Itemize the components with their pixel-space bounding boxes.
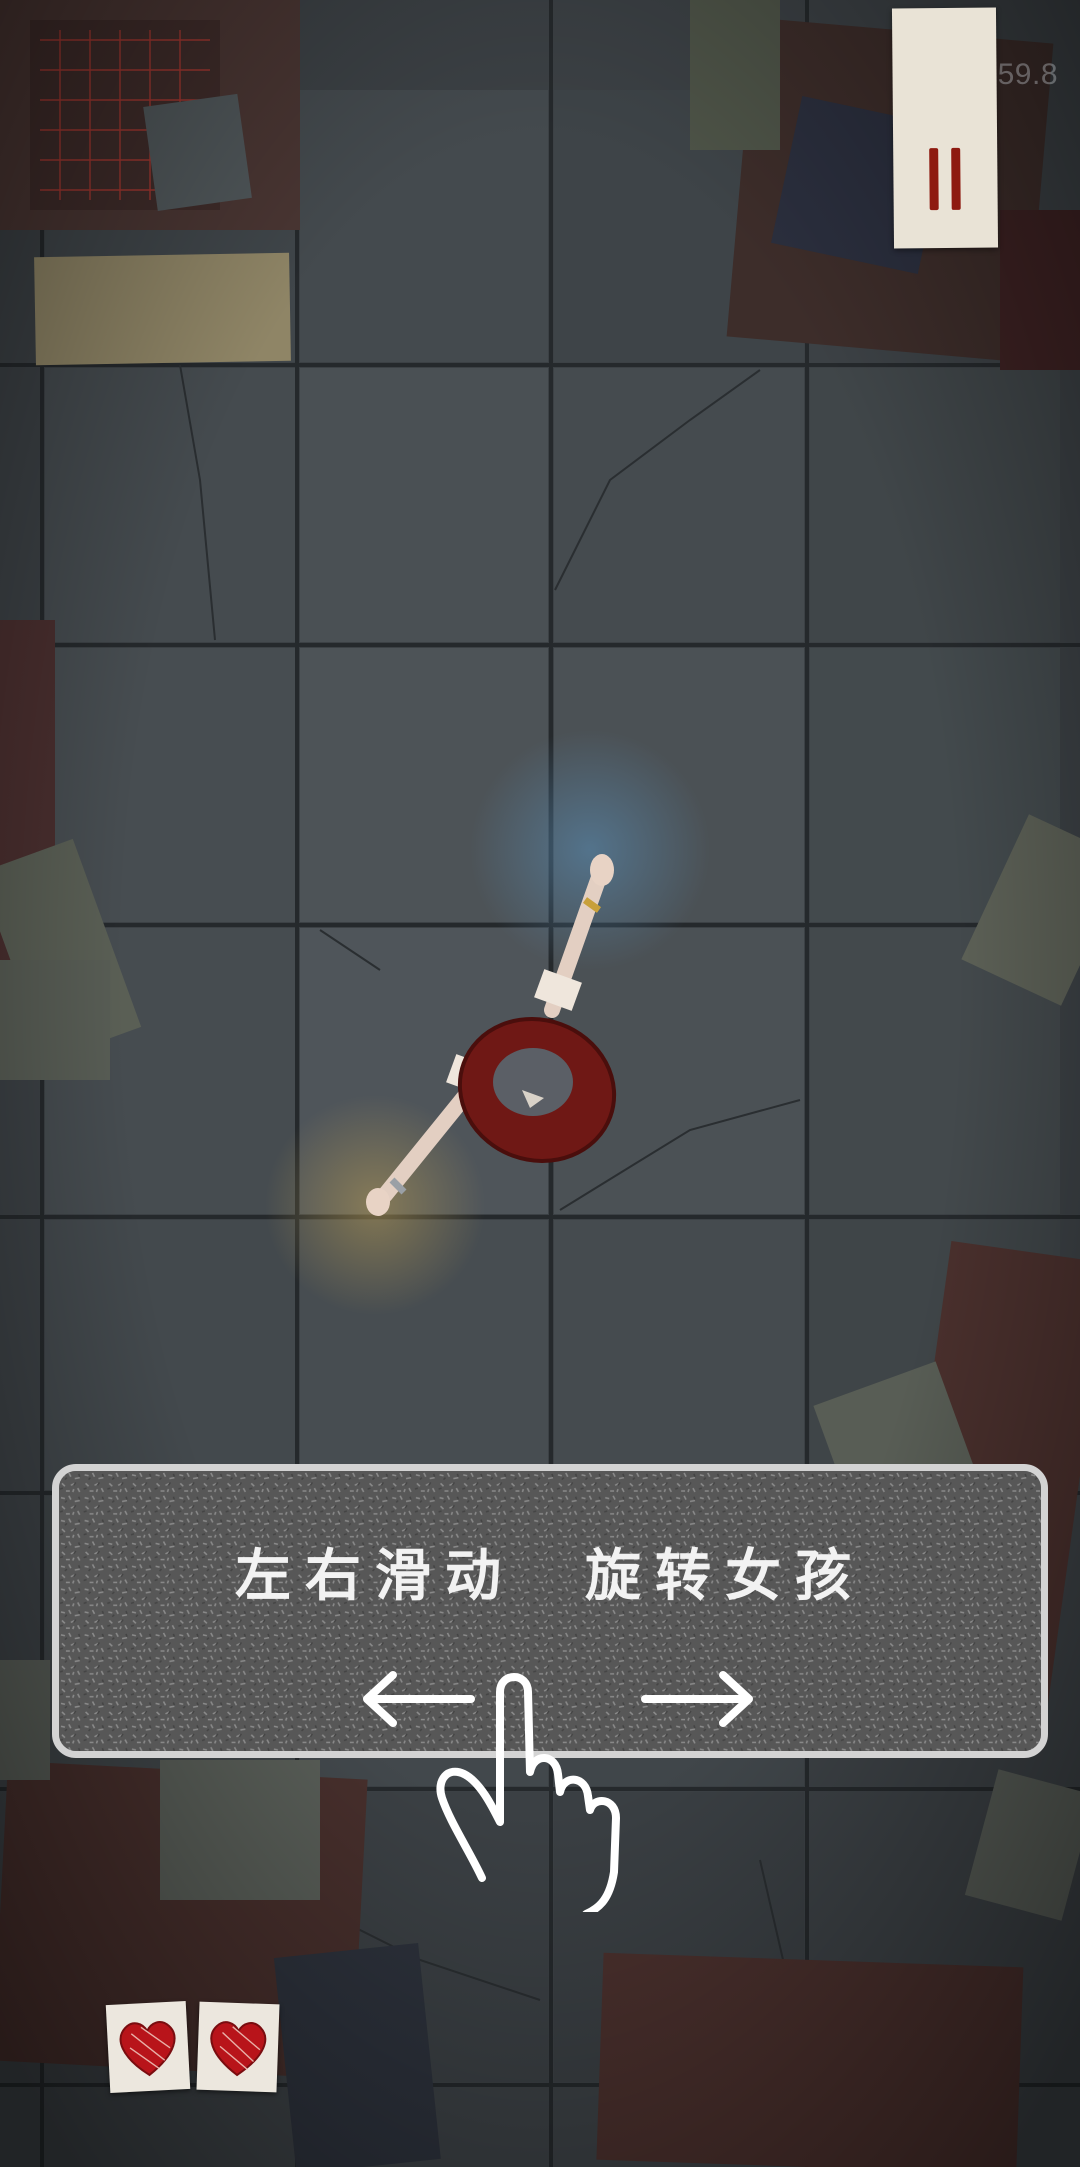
pause-icon	[929, 148, 939, 211]
arrow-right-icon	[641, 1671, 753, 1727]
pause-icon-bar	[951, 147, 961, 210]
life-heart	[196, 2001, 280, 2093]
swipe-hand-icon	[436, 1673, 620, 1912]
pause-button[interactable]	[891, 7, 999, 249]
heart-icon	[210, 2021, 267, 2077]
life-heart	[105, 2000, 191, 2094]
game-stage: FPS: 59.8 左右滑动 旋转女孩	[0, 0, 1080, 2167]
heart-icon	[119, 2021, 176, 2077]
tutorial-instruction: 左右滑动 旋转女孩	[235, 1543, 865, 1609]
